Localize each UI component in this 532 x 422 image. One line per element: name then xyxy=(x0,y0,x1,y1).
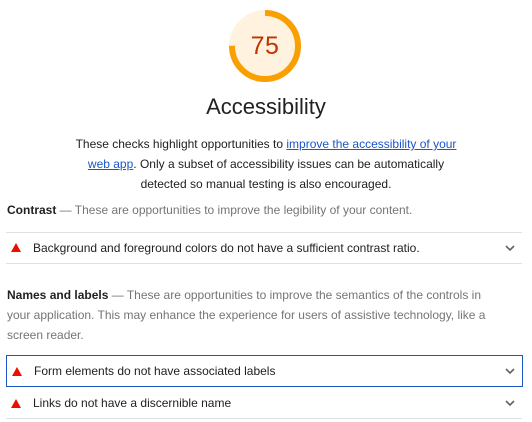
divider xyxy=(6,418,522,419)
audit-color-contrast[interactable]: Background and foreground colors do not … xyxy=(6,232,522,262)
description-text-before: These checks highlight opportunities to xyxy=(75,137,287,151)
group-separator: — xyxy=(56,203,75,217)
audit-title: Links do not have a discernible name xyxy=(33,396,232,410)
score-value: 75 xyxy=(250,31,280,60)
category-title: Accessibility xyxy=(206,94,326,119)
chevron-down-icon[interactable] xyxy=(502,240,518,256)
warning-triangle-icon xyxy=(11,243,21,252)
group-header-contrast: Contrast — These are opportunities to im… xyxy=(7,200,507,220)
chevron-down-icon[interactable] xyxy=(502,363,518,379)
group-description: These are opportunities to improve the l… xyxy=(74,203,413,217)
audit-link-name[interactable]: Links do not have a discernible name xyxy=(6,388,522,418)
group-name: Contrast xyxy=(7,203,57,217)
description-text-after: . Only a subset of accessibility issues … xyxy=(133,157,445,191)
audit-title: Background and foreground colors do not … xyxy=(33,240,420,255)
warning-triangle-icon xyxy=(11,398,21,408)
group-header-names-labels: Names and labels — These are opportuniti… xyxy=(7,285,507,345)
group-separator: — xyxy=(108,288,127,302)
score-gauge: 75 xyxy=(227,8,303,84)
audit-title: Form elements do not have associated lab… xyxy=(34,364,276,378)
audit-form-labels[interactable]: Form elements do not have associated lab… xyxy=(6,355,523,387)
category-description: These checks highlight opportunities to … xyxy=(64,134,468,194)
warning-triangle-icon xyxy=(12,366,22,376)
chevron-down-icon[interactable] xyxy=(502,395,518,411)
group-name: Names and labels xyxy=(7,288,109,302)
divider xyxy=(6,263,522,264)
